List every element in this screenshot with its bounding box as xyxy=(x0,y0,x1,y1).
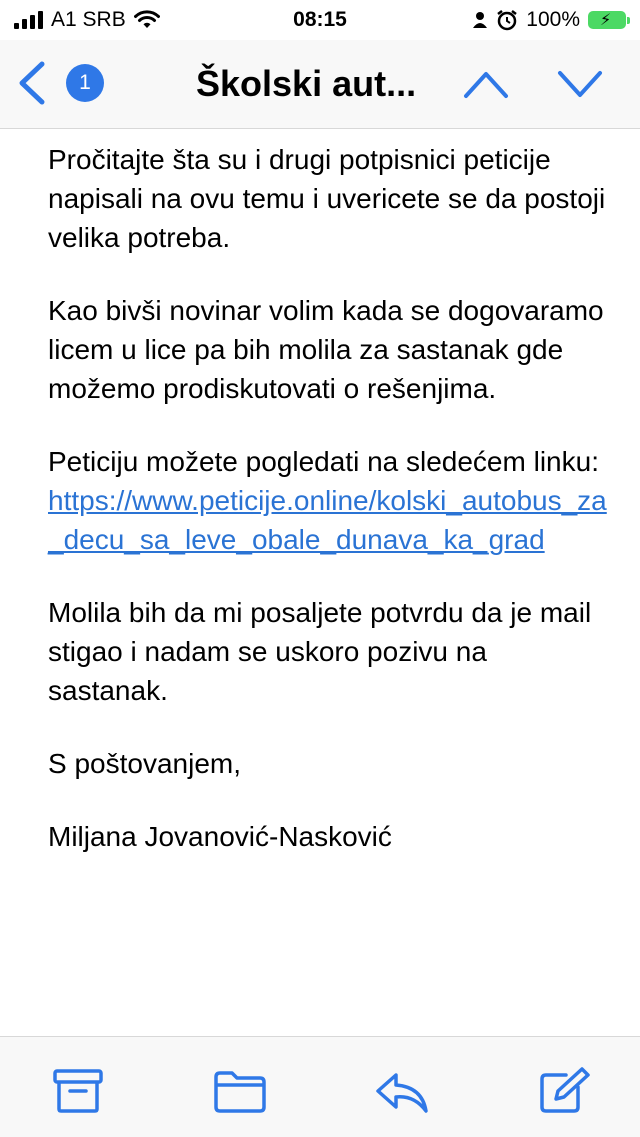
email-body: Pročitajte šta su i drugi potpisnici pet… xyxy=(48,140,608,890)
chevron-down-icon[interactable] xyxy=(556,68,604,100)
email-paragraph: Pročitajte šta su i drugi potpisnici pet… xyxy=(48,144,606,253)
status-right: 100% ⚡ xyxy=(472,8,630,32)
nav-title: Školski aut... xyxy=(196,63,417,104)
email-link-paragraph: Peticiju možete pogledati na sledećem li… xyxy=(48,442,608,559)
email-paragraph: Kao bivši novinar volim kada se dogovara… xyxy=(48,295,604,404)
bottom-toolbar xyxy=(0,1036,640,1137)
email-paragraph: Molila bih da mi posaljete potvrdu da je… xyxy=(48,597,592,706)
chevron-up-icon[interactable] xyxy=(462,68,510,100)
person-icon xyxy=(473,12,488,28)
chevron-left-icon[interactable] xyxy=(14,60,48,106)
nav-bar: 1 Školski aut... xyxy=(0,40,640,129)
battery-percent: 100% xyxy=(526,8,580,31)
status-bar: A1 SRB 08:15 100% ⚡ xyxy=(0,0,640,40)
email-greeting: S poštovanjem, xyxy=(48,748,241,779)
battery-icon: ⚡ xyxy=(588,11,630,29)
link-intro: Peticiju možete pogledati na sledećem li… xyxy=(48,446,599,477)
archive-icon[interactable] xyxy=(50,1067,106,1115)
petition-link[interactable]: https://www.peticije.online/kolski_autob… xyxy=(48,485,607,555)
reply-icon[interactable] xyxy=(374,1067,430,1115)
email-signature: Miljana Jovanović-Nasković xyxy=(48,821,392,852)
unread-count-badge[interactable]: 1 xyxy=(66,64,104,102)
folder-icon[interactable] xyxy=(212,1067,268,1115)
alarm-icon xyxy=(497,10,518,31)
compose-icon[interactable] xyxy=(536,1067,592,1115)
